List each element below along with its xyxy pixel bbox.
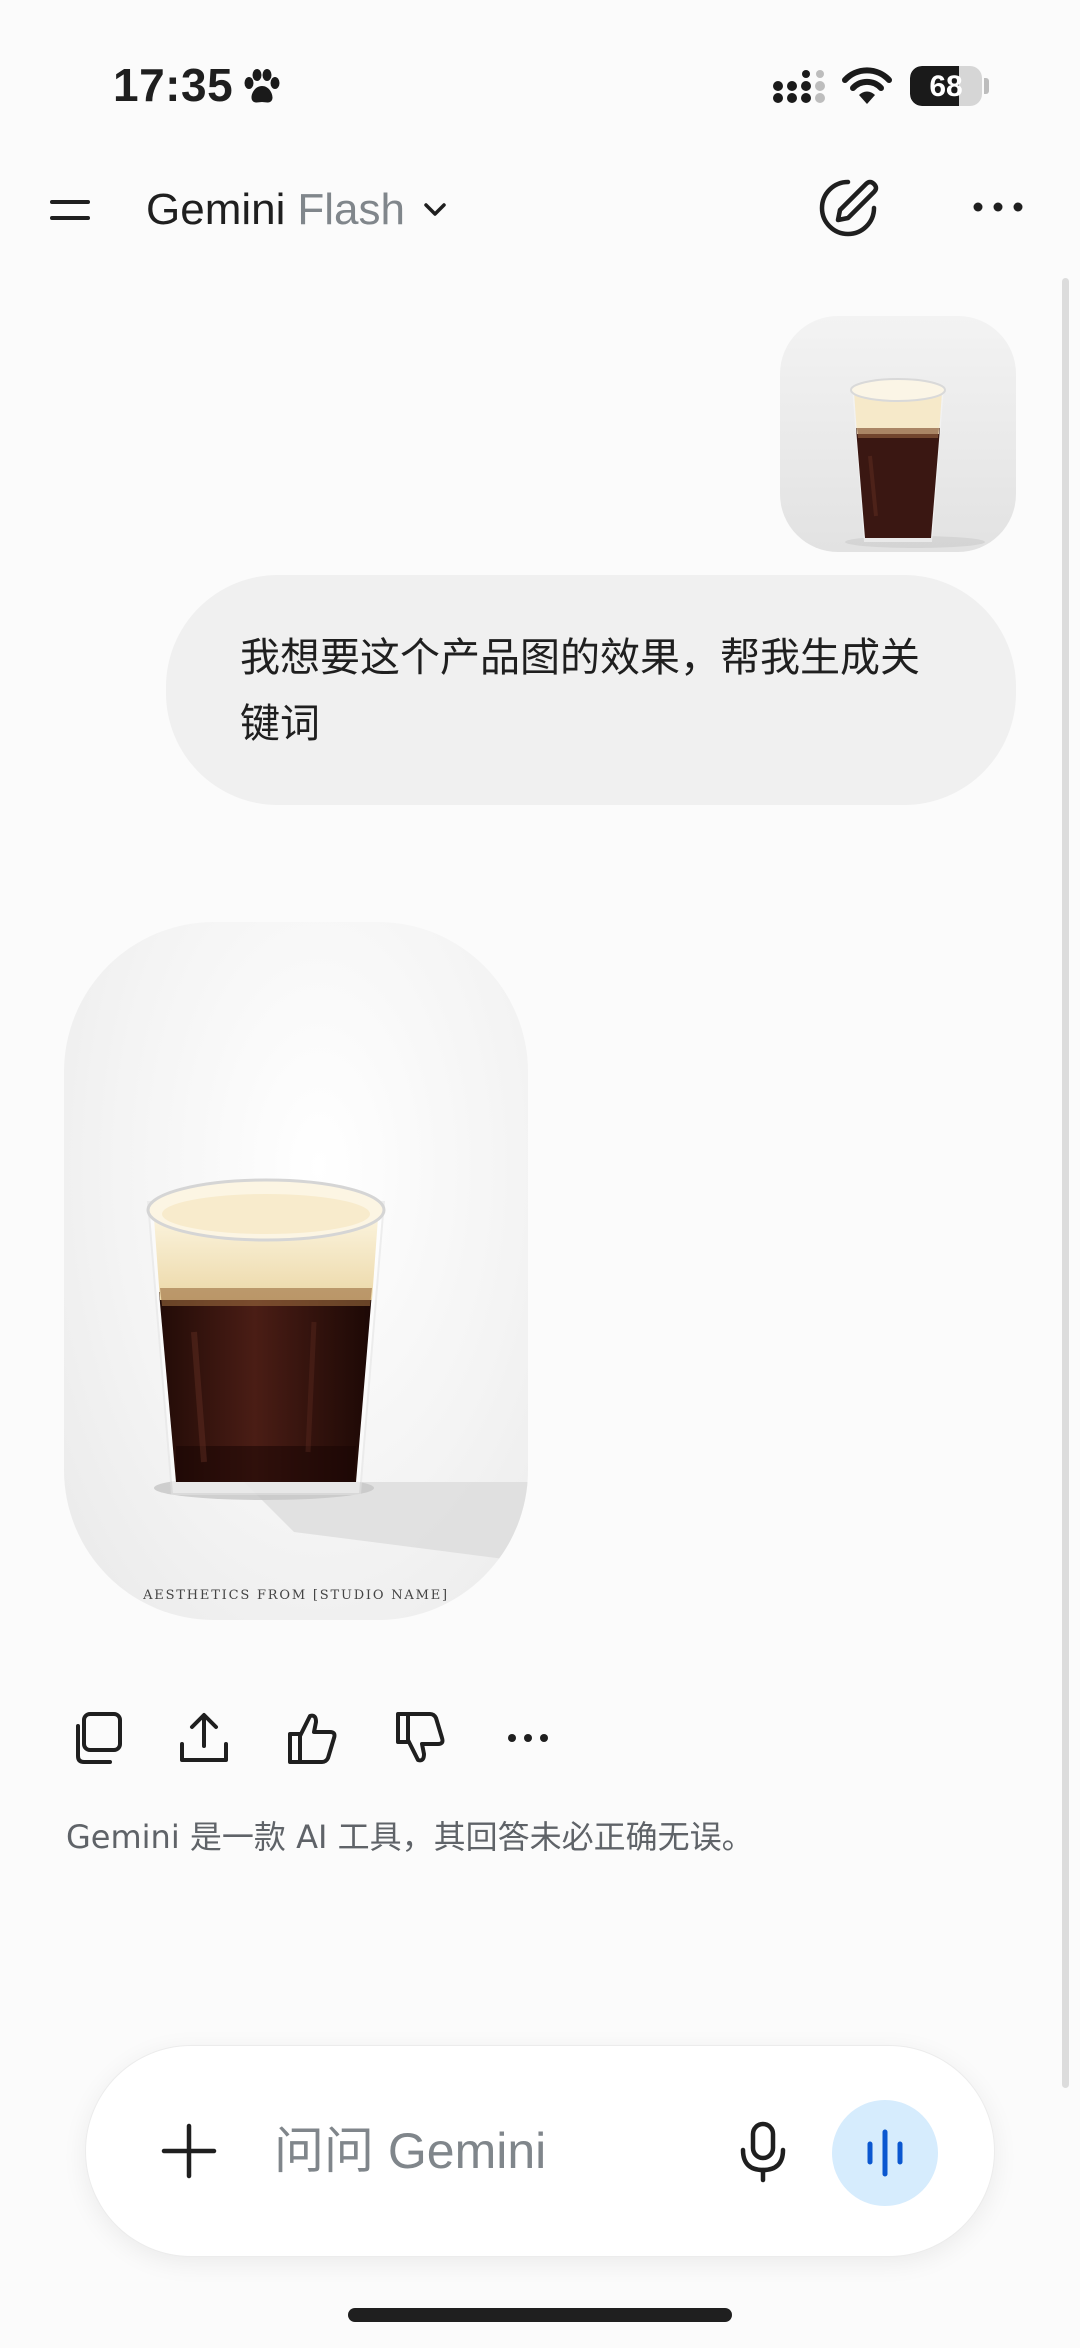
cellular-signal-icon — [773, 70, 825, 103]
battery-indicator: 68 — [910, 66, 982, 106]
model-name: Gemini — [146, 185, 286, 234]
menu-icon[interactable] — [46, 192, 94, 228]
model-picker[interactable]: Gemini Flash — [146, 178, 451, 242]
battery-level-text: 68 — [929, 70, 963, 103]
live-voice-button[interactable] — [832, 2100, 938, 2206]
status-bar: 17:35 68 — [0, 0, 1080, 130]
more-options-button[interactable] — [968, 182, 1028, 232]
coffee-cup-thumbnail — [845, 378, 985, 548]
generated-coffee-cup-illustration — [146, 1178, 528, 1562]
ai-disclaimer: Gemini 是一款 AI 工具，其回答未必正确无误。 — [66, 1818, 754, 1856]
new-chat-button[interactable] — [808, 168, 888, 248]
user-message-text: 我想要这个产品图的效果，帮我生成关键词 — [240, 635, 920, 747]
user-uploaded-image[interactable] — [780, 316, 1016, 552]
generated-image[interactable]: AESTHETICS FROM [STUDIO NAME] — [64, 922, 528, 1620]
share-icon — [180, 1713, 228, 1762]
share-button[interactable] — [166, 1700, 242, 1776]
home-indicator[interactable] — [348, 2308, 732, 2322]
more-actions-button[interactable] — [490, 1700, 566, 1776]
microphone-button[interactable] — [726, 2114, 800, 2188]
voice-waveform-icon — [867, 2129, 903, 2177]
paw-icon — [244, 69, 280, 103]
chevron-down-icon — [424, 203, 446, 216]
prompt-input-bar — [86, 2046, 994, 2256]
thumbs-down-button[interactable] — [382, 1700, 458, 1776]
image-caption: AESTHETICS FROM [STUDIO NAME] — [143, 1588, 449, 1603]
copy-icon — [76, 1712, 122, 1764]
wifi-icon — [842, 67, 892, 104]
add-attachment-button[interactable] — [156, 2118, 222, 2184]
prompt-input[interactable] — [274, 2108, 714, 2194]
model-variant: Flash — [297, 185, 405, 234]
thumbs-up-button[interactable] — [274, 1700, 350, 1776]
gemini-chat-screen: 17:35 68 Gemini Flash 我想要这个产品图的效果，帮我生成关键… — [0, 0, 1080, 2348]
more-horizontal-icon — [508, 1734, 548, 1742]
thumbs-down-icon — [396, 1712, 445, 1763]
thumbs-up-icon — [288, 1713, 337, 1764]
scrollbar[interactable] — [1062, 278, 1069, 2088]
battery-cap — [984, 78, 989, 94]
copy-button[interactable] — [58, 1700, 134, 1776]
status-time: 17:35 — [113, 59, 234, 111]
user-message-bubble: 我想要这个产品图的效果，帮我生成关键词 — [166, 575, 1016, 805]
